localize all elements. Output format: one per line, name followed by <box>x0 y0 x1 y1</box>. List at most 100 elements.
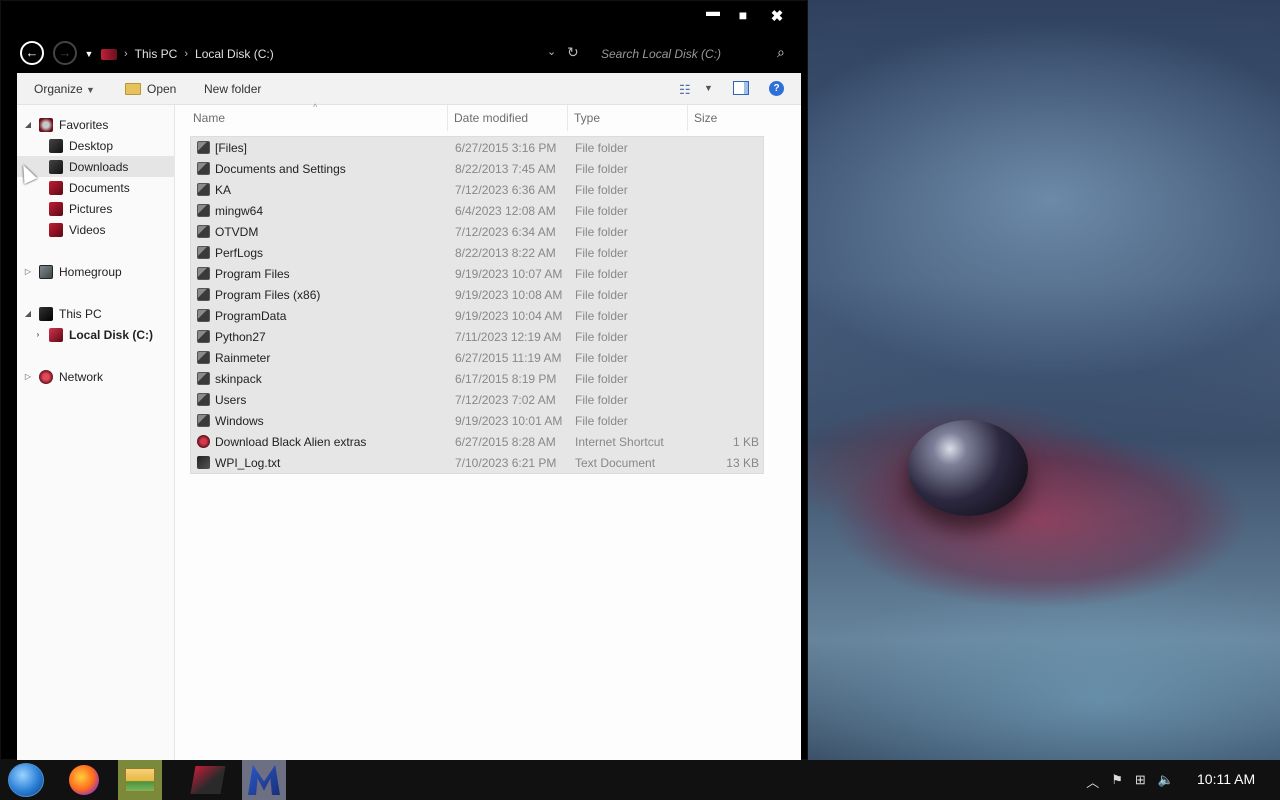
folder-icon <box>197 267 210 280</box>
file-row[interactable]: Rainmeter 6/27/2015 11:19 AM File folder <box>191 347 763 368</box>
column-divider[interactable] <box>687 105 688 131</box>
collapsed-arrow-icon[interactable]: ▷ <box>23 267 33 276</box>
file-row[interactable]: KA 7/12/2023 6:36 AM File folder <box>191 179 763 200</box>
nav-pictures-label: Pictures <box>69 201 113 216</box>
file-name: KA <box>215 183 232 197</box>
expanded-arrow-icon[interactable]: ◢ <box>23 309 33 318</box>
organize-label: Organize <box>34 82 83 96</box>
refresh-icon[interactable]: ↻ <box>567 44 579 61</box>
nav-homegroup-label: Homegroup <box>59 264 122 279</box>
column-header-size[interactable]: Size <box>694 111 717 125</box>
folder-icon <box>197 309 210 322</box>
taskbar-malwarebytes[interactable] <box>242 760 286 800</box>
file-row[interactable]: Python27 7/11/2023 12:19 AM File folder <box>191 326 763 347</box>
minimize-button[interactable]: ▬ <box>703 3 723 19</box>
recent-locations-button[interactable]: ▼ <box>83 41 95 65</box>
breadcrumb-local-disk[interactable]: Local Disk (C:) <box>195 47 274 61</box>
file-date-modified: 9/19/2023 10:01 AM <box>455 414 563 428</box>
open-button[interactable]: Open <box>125 82 176 96</box>
navigation-pane: ◢ Favorites Desktop Downloads Documents … <box>17 105 175 761</box>
column-headers: ^ Name Date modified Type Size <box>175 102 801 131</box>
column-header-name[interactable]: Name <box>193 111 225 125</box>
nav-videos[interactable]: Videos <box>49 219 105 240</box>
file-row[interactable]: Program Files (x86) 9/19/2023 10:08 AM Fil… <box>191 284 763 305</box>
network-status-icon[interactable]: ⊞ <box>1135 772 1146 791</box>
new-folder-button[interactable]: New folder <box>204 82 261 96</box>
nav-desktop[interactable]: Desktop <box>49 135 113 156</box>
file-name: Download Black Alien extras <box>215 435 367 449</box>
file-date-modified: 6/27/2015 8:28 AM <box>455 435 556 449</box>
nav-documents-label: Documents <box>69 180 130 195</box>
collapsed-arrow-icon[interactable]: › <box>33 330 43 339</box>
column-divider[interactable] <box>567 105 568 131</box>
column-divider[interactable] <box>447 105 448 131</box>
file-row[interactable]: skinpack 6/17/2015 8:19 PM File folder <box>191 368 763 389</box>
file-row[interactable]: Users 7/12/2023 7:02 AM File folder <box>191 389 763 410</box>
taskbar: ︿ ⚑ ⊞ 🔈 10:11 AM <box>0 760 1280 800</box>
media-player-icon <box>190 766 226 794</box>
nav-favorites-label: Favorites <box>59 117 109 132</box>
back-button[interactable]: ← <box>20 41 44 65</box>
file-row[interactable]: Windows 9/19/2023 10:01 AM File folder <box>191 410 763 431</box>
file-type: File folder <box>575 372 628 386</box>
breadcrumb-this-pc[interactable]: This PC <box>135 47 178 61</box>
preview-pane-icon[interactable] <box>733 81 749 95</box>
file-row[interactable]: ProgramData 9/19/2023 10:04 AM File folder <box>191 305 763 326</box>
address-dropdown-icon[interactable]: ⌄ <box>547 45 556 58</box>
help-icon[interactable]: ? <box>769 81 784 96</box>
column-header-type[interactable]: Type <box>574 111 600 125</box>
file-row[interactable]: Documents and Settings 8/22/2013 7:45 AM F… <box>191 158 763 179</box>
file-row[interactable]: [Files] 6/27/2015 3:16 PM File folder <box>191 137 763 158</box>
folder-icon <box>197 141 210 154</box>
system-tray: ︿ ⚑ ⊞ 🔈 <box>1086 772 1174 791</box>
taskbar-firefox[interactable] <box>62 760 106 800</box>
file-date-modified: 6/27/2015 3:16 PM <box>455 141 557 155</box>
file-type: File folder <box>575 183 628 197</box>
view-options-dropdown-icon[interactable]: ▼ <box>704 83 713 93</box>
file-row[interactable]: WPI_Log.txt 7/10/2023 6:21 PM Text Documen… <box>191 452 763 473</box>
nav-downloads[interactable]: Downloads <box>17 156 174 177</box>
nav-network[interactable]: ▷ Network <box>23 366 103 387</box>
column-header-date[interactable]: Date modified <box>454 111 528 125</box>
search-icon[interactable]: ⌕ <box>777 44 785 61</box>
show-hidden-icons-icon[interactable]: ︿ <box>1086 772 1099 791</box>
file-explorer-icon <box>125 768 155 792</box>
close-button[interactable]: ✖ <box>767 7 787 25</box>
file-name: skinpack <box>215 372 262 386</box>
taskbar-clock[interactable]: 10:11 AM <box>1197 771 1255 787</box>
expanded-arrow-icon[interactable]: ◢ <box>23 120 33 129</box>
hard-drive-icon <box>49 327 63 342</box>
folder-icon <box>197 414 210 427</box>
forward-button[interactable]: → <box>53 41 77 65</box>
nav-documents[interactable]: Documents <box>49 177 130 198</box>
nav-favorites[interactable]: ◢ Favorites <box>23 114 108 135</box>
nav-homegroup[interactable]: ▷ Homegroup <box>23 261 122 282</box>
start-button[interactable] <box>8 763 44 797</box>
taskbar-file-explorer[interactable] <box>118 760 162 800</box>
chevron-right-icon[interactable]: › <box>184 48 188 60</box>
maximize-button[interactable]: ■ <box>733 7 753 23</box>
computer-location-icon[interactable] <box>101 48 117 60</box>
file-row[interactable]: PerfLogs 8/22/2013 8:22 AM File folder <box>191 242 763 263</box>
file-row[interactable]: Program Files 9/19/2023 10:07 AM File fold… <box>191 263 763 284</box>
folder-icon <box>197 372 210 385</box>
change-view-icon[interactable]: ☷ <box>679 82 691 98</box>
action-center-flag-icon[interactable]: ⚑ <box>1111 772 1123 791</box>
nav-local-disk[interactable]: › Local Disk (C:) <box>33 324 153 345</box>
file-row[interactable]: OTVDM 7/12/2023 6:34 AM File folder <box>191 221 763 242</box>
folder-icon <box>197 393 210 406</box>
search-input[interactable]: Search Local Disk (C:) <box>601 47 721 61</box>
taskbar-media-player[interactable] <box>186 760 230 800</box>
organize-button[interactable]: Organize ▼ <box>34 82 95 96</box>
homegroup-icon <box>39 264 53 279</box>
volume-icon[interactable]: 🔈 <box>1158 772 1174 791</box>
file-date-modified: 7/11/2023 12:19 AM <box>455 330 562 344</box>
nav-this-pc[interactable]: ◢ This PC <box>23 303 102 324</box>
documents-icon <box>49 180 63 195</box>
chevron-right-icon[interactable]: › <box>124 48 128 60</box>
collapsed-arrow-icon[interactable]: ▷ <box>23 372 33 381</box>
file-row[interactable]: Download Black Alien extras 6/27/2015 8:2… <box>191 431 763 452</box>
file-row[interactable]: mingw64 6/4/2023 12:08 AM File folder <box>191 200 763 221</box>
file-type: File folder <box>575 162 628 176</box>
nav-pictures[interactable]: Pictures <box>49 198 112 219</box>
